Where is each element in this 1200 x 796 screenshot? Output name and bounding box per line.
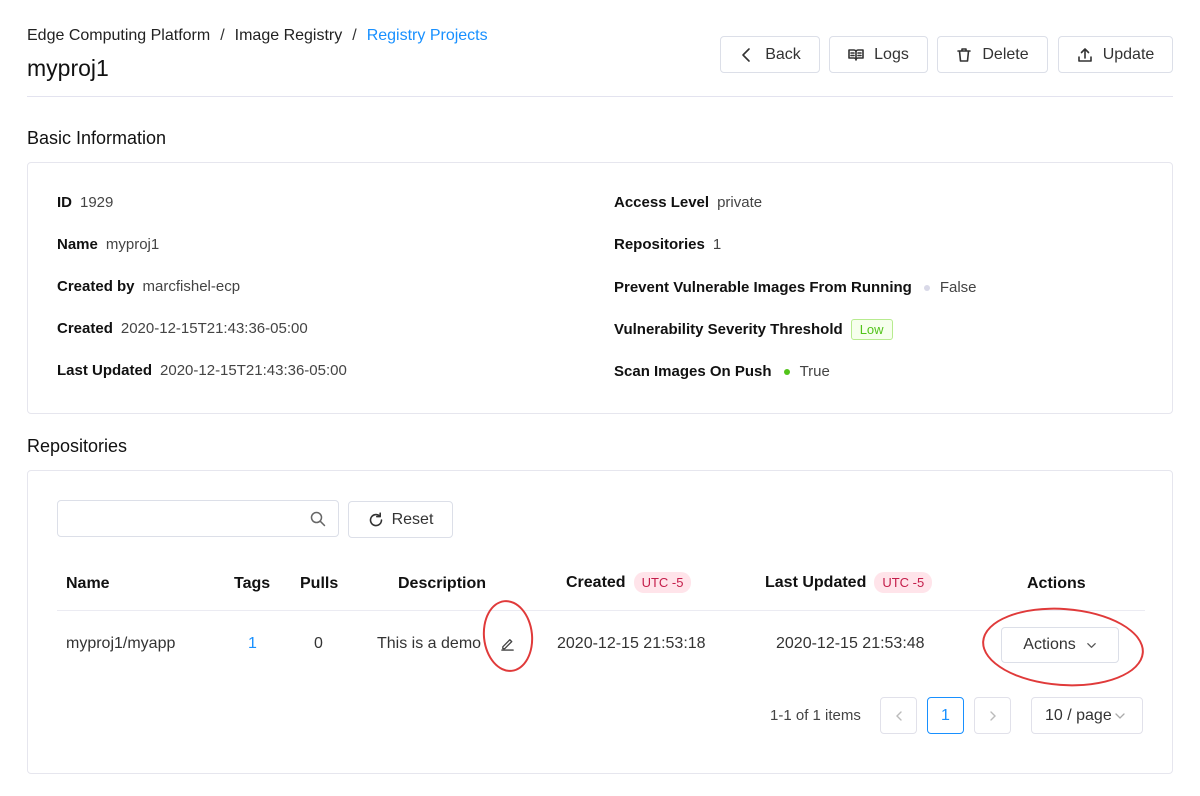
info-access-level: Access Level private xyxy=(614,194,762,211)
repositories-title: Repositories xyxy=(27,436,128,456)
column-header-created-label: Created xyxy=(566,573,626,591)
info-last-updated-value: 2020-12-15T21:43:36-05:00 xyxy=(160,362,347,379)
cell-tags-link[interactable]: 1 xyxy=(248,635,257,653)
search-icon[interactable] xyxy=(310,511,326,527)
column-header-last-updated[interactable]: Last Updated UTC -5 xyxy=(765,572,933,593)
logs-button[interactable]: Logs xyxy=(829,36,928,73)
chevron-left-icon xyxy=(895,710,902,721)
pagination-next-button[interactable] xyxy=(974,697,1011,734)
back-button[interactable]: Back xyxy=(720,36,820,73)
logs-button-label: Logs xyxy=(874,45,909,63)
reset-button-label: Reset xyxy=(391,510,434,528)
basic-info-title: Basic Information xyxy=(27,128,167,148)
info-id-value: 1929 xyxy=(80,194,114,211)
breadcrumb-separator: / xyxy=(352,27,357,44)
cell-created: 2020-12-15 21:53:18 xyxy=(557,635,706,652)
column-header-tags[interactable]: Tags xyxy=(234,575,270,593)
search-input[interactable] xyxy=(57,500,339,537)
header-divider xyxy=(27,96,1173,97)
info-created: Created 2020-12-15T21:43:36-05:00 xyxy=(57,320,308,337)
info-created-value: 2020-12-15T21:43:36-05:00 xyxy=(120,320,308,337)
chevron-left-icon xyxy=(742,47,751,62)
breadcrumb: Edge Computing Platform / Image Registry… xyxy=(27,27,488,45)
info-created-key: Created xyxy=(57,320,113,337)
info-repositories: Repositories 1 xyxy=(614,236,721,253)
info-created-by-value: marcfishel-ecp xyxy=(142,278,241,295)
breadcrumb-item-registry-projects[interactable]: Registry Projects xyxy=(367,27,488,45)
info-created-by-key: Created by xyxy=(57,278,135,295)
column-header-last-updated-label: Last Updated xyxy=(765,573,867,591)
info-severity-threshold-key: Vulnerability Severity Threshold xyxy=(614,321,843,338)
row-actions-label: Actions xyxy=(1023,636,1076,653)
info-created-by: Created by marcfishel-ecp xyxy=(57,278,240,295)
info-name-value: myproj1 xyxy=(105,236,160,253)
info-scan-on-push-key: Scan Images On Push xyxy=(614,363,772,380)
status-dot-inactive xyxy=(923,284,930,291)
page-title: myproj1 xyxy=(27,55,109,81)
reset-button[interactable]: Reset xyxy=(348,501,453,538)
edit-icon[interactable] xyxy=(500,636,515,651)
cell-pulls: 0 xyxy=(314,635,323,652)
column-header-description[interactable]: Description xyxy=(398,575,486,593)
pagination-prev-button[interactable] xyxy=(880,697,917,734)
info-prevent-vulnerable-key: Prevent Vulnerable Images From Running xyxy=(614,279,912,296)
info-last-updated: Last Updated 2020-12-15T21:43:36-05:00 xyxy=(57,362,347,379)
info-prevent-vulnerable: Prevent Vulnerable Images From Running F… xyxy=(614,279,977,296)
pagination-page-1[interactable]: 1 xyxy=(927,697,964,734)
column-header-created[interactable]: Created UTC -5 xyxy=(566,572,692,593)
update-button[interactable]: Update xyxy=(1058,36,1173,73)
book-icon xyxy=(848,48,864,61)
chevron-right-icon xyxy=(989,710,996,721)
upload-icon xyxy=(1077,47,1092,62)
page-size-value: 10 / page xyxy=(1045,706,1112,724)
table-divider xyxy=(57,610,1145,611)
info-prevent-vulnerable-value: False xyxy=(939,279,977,296)
delete-button-label: Delete xyxy=(982,45,1029,63)
pagination-summary: 1-1 of 1 items xyxy=(770,707,861,724)
status-dot-active xyxy=(783,368,790,375)
breadcrumb-separator: / xyxy=(220,27,225,44)
cell-repo-name: myproj1/myapp xyxy=(66,635,176,652)
chevron-down-icon xyxy=(1115,712,1125,719)
info-id-key: ID xyxy=(57,194,72,211)
info-id: ID 1929 xyxy=(57,194,113,211)
row-actions-dropdown[interactable]: Actions xyxy=(1001,627,1119,663)
info-access-level-value: private xyxy=(717,194,763,211)
info-name: Name myproj1 xyxy=(57,236,159,253)
column-header-actions: Actions xyxy=(1027,575,1086,592)
severity-low-tag: Low xyxy=(850,319,893,340)
column-header-name[interactable]: Name xyxy=(66,575,110,593)
info-last-updated-key: Last Updated xyxy=(57,362,153,379)
timezone-badge: UTC -5 xyxy=(633,572,692,593)
info-severity-threshold: Vulnerability Severity Threshold Low xyxy=(614,319,893,340)
info-scan-on-push: Scan Images On Push True xyxy=(614,363,830,380)
update-button-label: Update xyxy=(1102,45,1155,63)
cell-description: This is a demo xyxy=(377,635,482,652)
column-header-pulls[interactable]: Pulls xyxy=(300,575,338,593)
delete-button[interactable]: Delete xyxy=(937,36,1048,73)
info-repositories-key: Repositories xyxy=(614,236,705,253)
info-repositories-value: 1 xyxy=(712,236,722,253)
trash-icon xyxy=(957,47,972,62)
page-size-select[interactable]: 10 / page xyxy=(1031,697,1143,734)
breadcrumb-item-edge-computing[interactable]: Edge Computing Platform xyxy=(27,27,210,45)
refresh-icon xyxy=(369,511,382,526)
info-name-key: Name xyxy=(57,236,98,253)
cell-last-updated: 2020-12-15 21:53:48 xyxy=(776,635,925,652)
back-button-label: Back xyxy=(765,45,801,63)
chevron-down-icon xyxy=(1086,642,1096,648)
info-access-level-key: Access Level xyxy=(614,194,710,211)
info-scan-on-push-value: True xyxy=(799,363,830,380)
timezone-badge: UTC -5 xyxy=(874,572,933,593)
breadcrumb-item-image-registry[interactable]: Image Registry xyxy=(235,27,343,45)
